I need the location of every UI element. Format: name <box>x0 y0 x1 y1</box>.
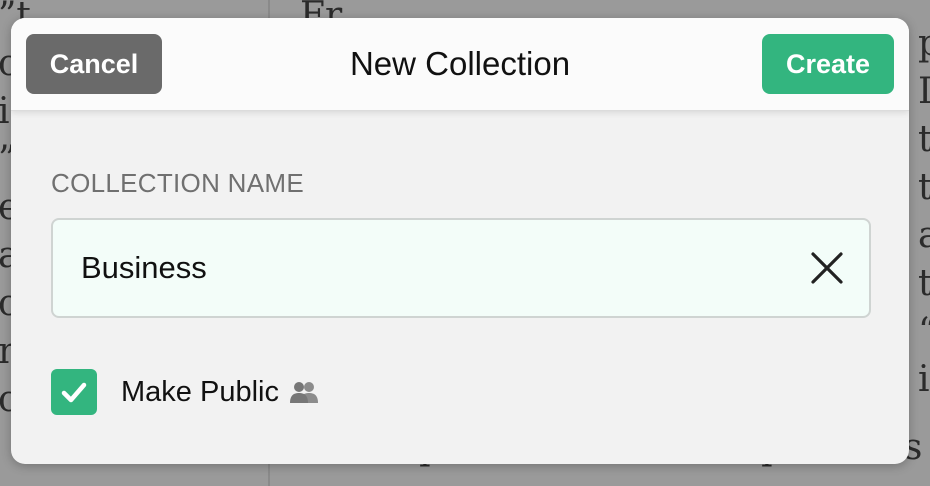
collection-name-input[interactable]: Business <box>51 218 871 318</box>
create-button[interactable]: Create <box>762 34 894 94</box>
new-collection-dialog: Cancel New Collection Create COLLECTION … <box>11 18 909 464</box>
collection-name-value: Business <box>81 250 207 285</box>
collection-name-label: COLLECTION NAME <box>51 168 304 198</box>
cancel-button[interactable]: Cancel <box>26 34 162 94</box>
close-icon[interactable] <box>809 250 845 286</box>
background-text-line: t <box>918 119 930 160</box>
background-text-line: “ <box>918 308 930 356</box>
dialog-header: Cancel New Collection Create <box>11 18 909 111</box>
dialog-title: New Collection <box>349 45 571 82</box>
background-text-line: D <box>918 68 930 116</box>
background-text-line: p <box>918 23 930 64</box>
make-public-label: Make Public <box>121 375 279 408</box>
make-public-checkbox[interactable] <box>51 369 97 415</box>
background-text-line: i <box>918 359 930 400</box>
background-text-line: a <box>918 215 930 256</box>
background-right-column: p D t t a t “ i <box>918 20 930 404</box>
checkmark-icon <box>61 382 87 403</box>
background-text-line: t <box>918 263 930 304</box>
background-text-line: t <box>918 167 930 208</box>
make-public-row[interactable]: Make Public <box>51 368 319 416</box>
people-icon <box>289 382 318 403</box>
